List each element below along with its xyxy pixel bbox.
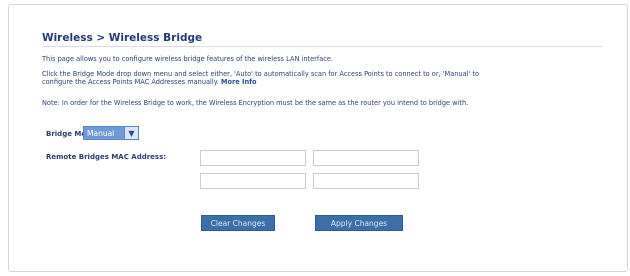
title-divider [42, 46, 602, 47]
clear-changes-button[interactable]: Clear Changes [201, 215, 275, 231]
mac-address-field-4[interactable] [313, 173, 419, 189]
mac-address-field-3[interactable] [200, 173, 306, 189]
bridge-mode-value: Manual [87, 128, 115, 138]
more-info-link[interactable]: More Info [221, 78, 257, 86]
page-title: Wireless > Wireless Bridge [42, 32, 203, 44]
bridge-mode-select[interactable]: Manual ▼ [83, 126, 139, 140]
note-text: Note: In order for the Wireless Bridge t… [42, 99, 469, 107]
intro-text: This page allows you to configure wirele… [42, 55, 334, 63]
instructions-text: Click the Bridge Mode drop down menu and… [42, 70, 602, 87]
instructions-line-2-text: configure the Access Points MAC Addresse… [42, 78, 219, 87]
instructions-line-1: Click the Bridge Mode drop down menu and… [42, 70, 480, 78]
mac-address-label: Remote Bridges MAC Address: [46, 153, 167, 161]
mac-address-field-1[interactable] [200, 150, 306, 166]
chevron-down-icon[interactable]: ▼ [124, 127, 138, 139]
mac-address-field-2[interactable] [313, 150, 419, 166]
apply-changes-button[interactable]: Apply Changes [315, 215, 403, 231]
instructions-line-2: configure the Access Points MAC Addresse… [42, 78, 602, 86]
